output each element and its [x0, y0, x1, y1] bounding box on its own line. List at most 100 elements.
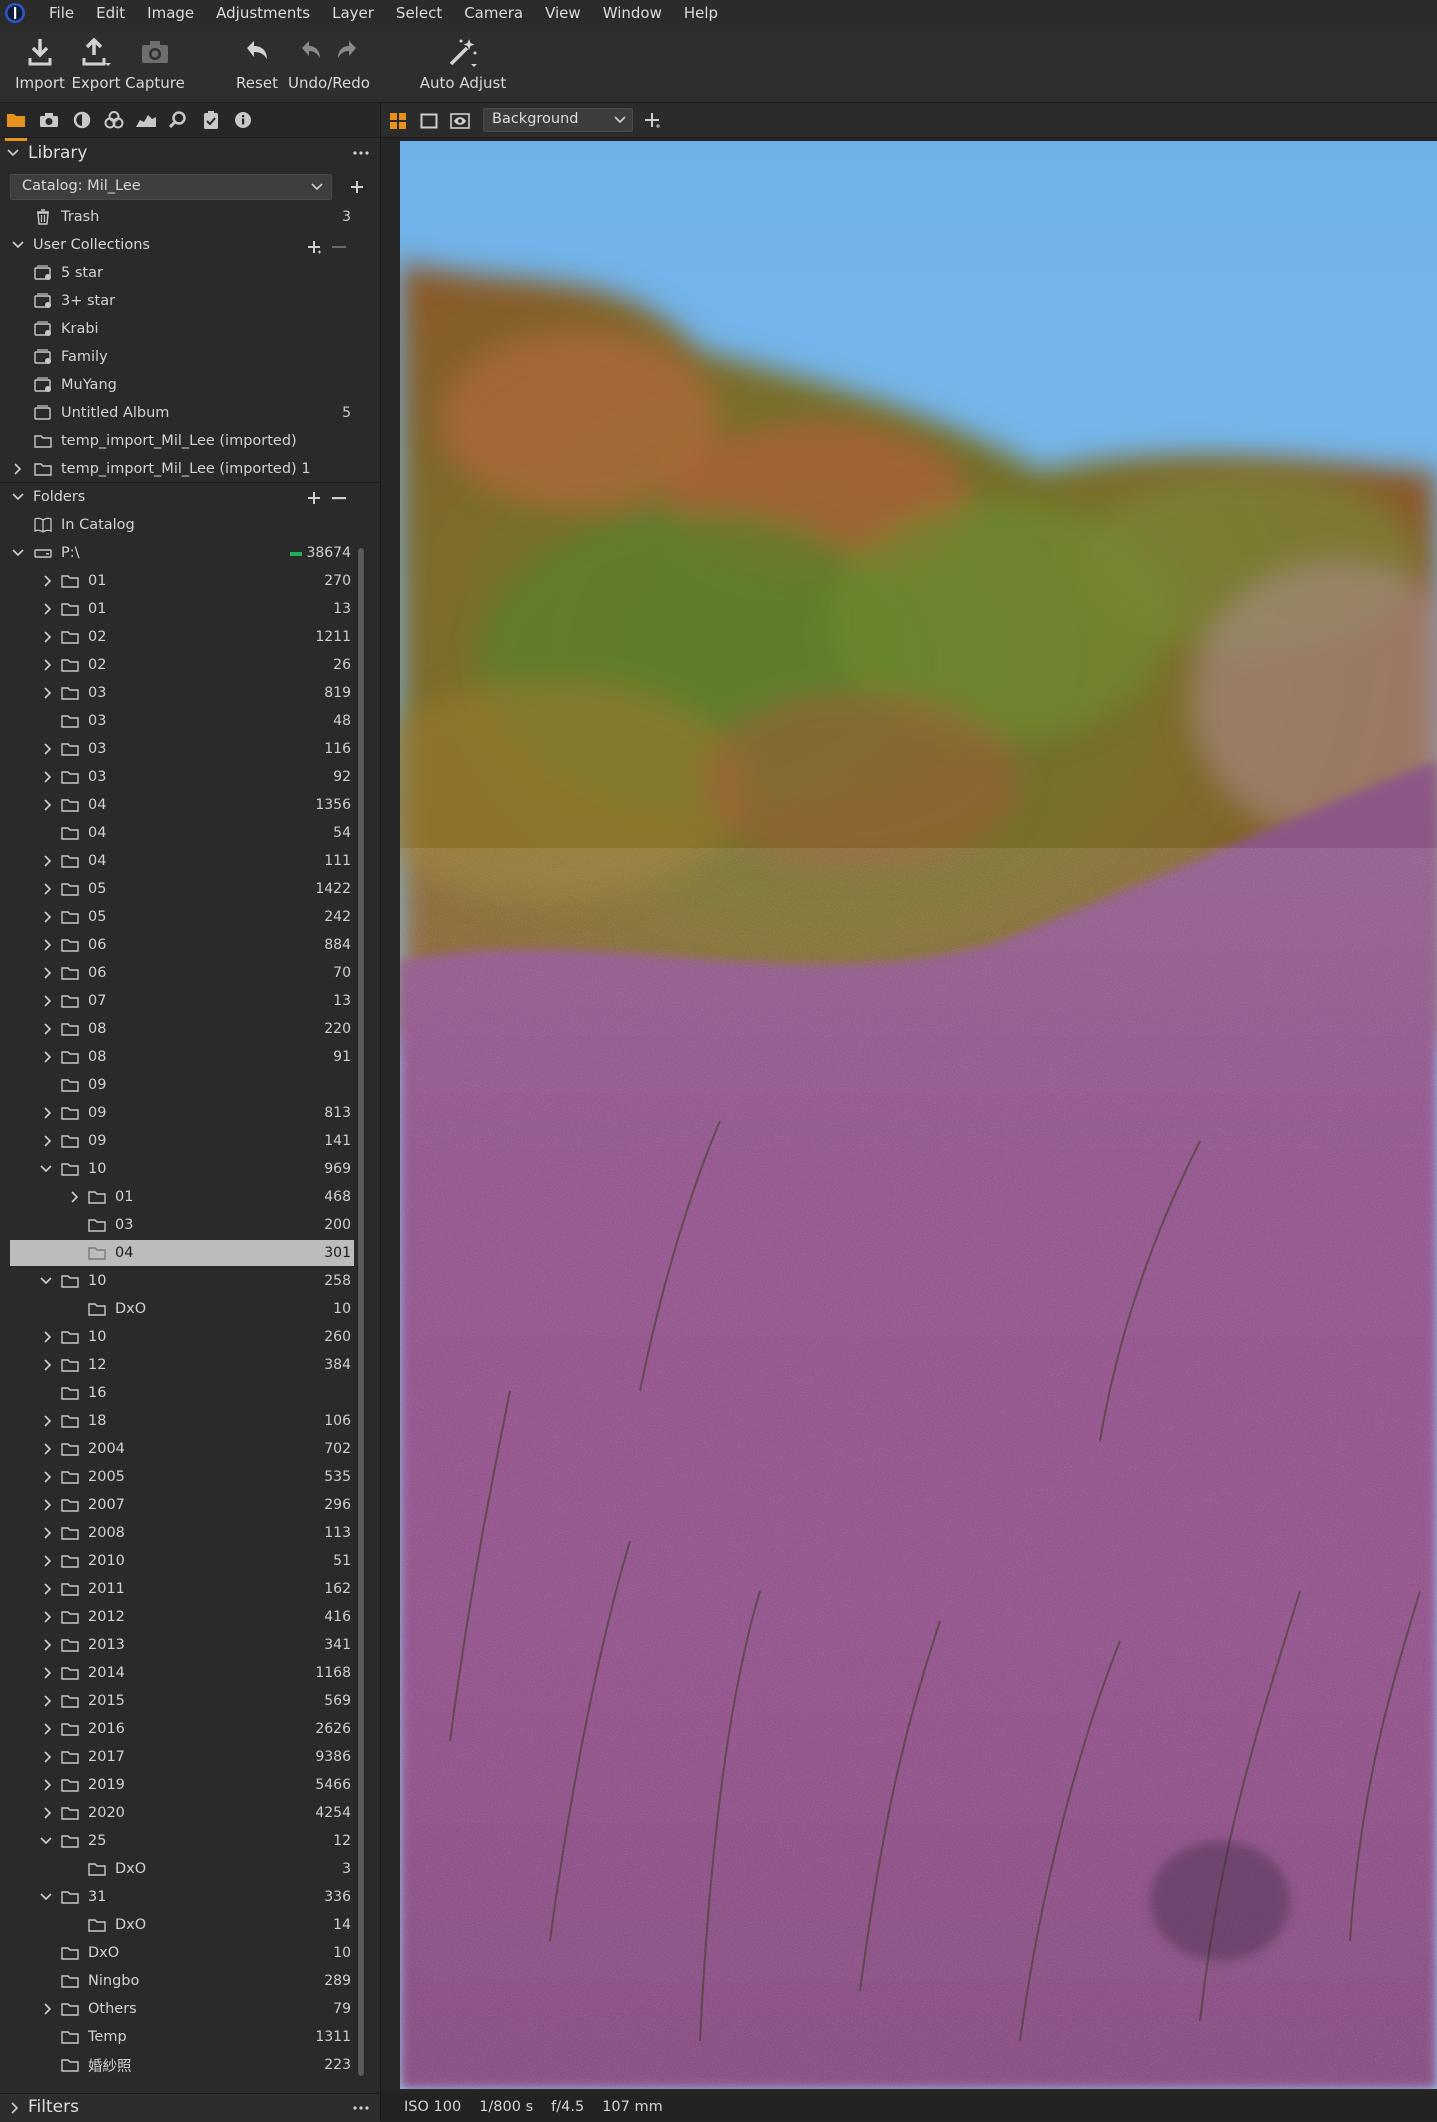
tab-library[interactable]: [5, 110, 27, 141]
tab-capture[interactable]: [38, 110, 60, 130]
add-folder-icon[interactable]: [306, 490, 322, 506]
folder-item[interactable]: 03 116: [0, 735, 380, 763]
folder-item[interactable]: 09 141: [0, 1127, 380, 1155]
chevron-down-icon[interactable]: [40, 1891, 52, 1903]
more-icon[interactable]: [353, 151, 369, 155]
tab-exposure[interactable]: [71, 110, 93, 130]
tab-color[interactable]: [103, 110, 125, 130]
chevron-right-icon[interactable]: [42, 1695, 54, 1707]
folder-item[interactable]: 01 468: [0, 1183, 380, 1211]
app-logo-icon[interactable]: [4, 2, 26, 24]
chevron-right-icon[interactable]: [42, 1415, 54, 1427]
chevron-right-icon[interactable]: [42, 1639, 54, 1651]
folder-item[interactable]: 05 1422: [0, 875, 380, 903]
trash-item[interactable]: Trash 3: [0, 203, 380, 231]
chevron-right-icon[interactable]: [42, 1023, 54, 1035]
collection-item[interactable]: Krabi: [0, 315, 380, 343]
library-header[interactable]: Library: [0, 139, 380, 167]
folder-item[interactable]: 04 1356: [0, 791, 380, 819]
folder-item[interactable]: 03 92: [0, 763, 380, 791]
folder-item[interactable]: 03 819: [0, 679, 380, 707]
chevron-right-icon[interactable]: [42, 883, 54, 895]
single-view-icon[interactable]: [420, 113, 438, 129]
folder-item[interactable]: 08 220: [0, 1015, 380, 1043]
chevron-right-icon[interactable]: [42, 659, 54, 671]
collection-item[interactable]: 3+ star: [0, 287, 380, 315]
chevron-right-icon[interactable]: [42, 771, 54, 783]
folder-item[interactable]: 16: [0, 1379, 380, 1407]
folder-item[interactable]: 10 260: [0, 1323, 380, 1351]
folder-item[interactable]: 10 258: [0, 1267, 380, 1295]
folder-item[interactable]: 2017 9386: [0, 1743, 380, 1771]
layer-dropdown[interactable]: Background: [483, 108, 633, 132]
folder-item[interactable]: 2020 4254: [0, 1799, 380, 1827]
folder-item[interactable]: 06 884: [0, 931, 380, 959]
auto-adjust-button[interactable]: Auto Adjust: [420, 34, 506, 92]
chevron-right-icon[interactable]: [42, 939, 54, 951]
folder-item[interactable]: DxO 10: [0, 1295, 380, 1323]
folder-item[interactable]: 10 969: [0, 1155, 380, 1183]
chevron-down-icon[interactable]: [12, 547, 24, 559]
chevron-right-icon[interactable]: [42, 1051, 54, 1063]
folder-item[interactable]: 03 200: [0, 1211, 380, 1239]
drive-item[interactable]: P:\ 38674: [0, 539, 380, 567]
folders-header[interactable]: Folders: [0, 482, 380, 511]
folder-item[interactable]: 2011 162: [0, 1575, 380, 1603]
menu-layer[interactable]: Layer: [321, 0, 385, 26]
chevron-right-icon[interactable]: [42, 1555, 54, 1567]
chevron-right-icon[interactable]: [42, 1723, 54, 1735]
more-icon[interactable]: [353, 2106, 369, 2110]
folder-item[interactable]: 08 91: [0, 1043, 380, 1071]
filters-header[interactable]: Filters: [0, 2093, 380, 2122]
folder-item[interactable]: 2010 51: [0, 1547, 380, 1575]
tab-metadata[interactable]: [232, 110, 254, 130]
chevron-right-icon[interactable]: [42, 1135, 54, 1147]
preview-eye-icon[interactable]: [450, 113, 470, 129]
remove-collection-icon[interactable]: [332, 246, 346, 249]
folder-item[interactable]: 02 26: [0, 651, 380, 679]
chevron-right-icon[interactable]: [42, 1331, 54, 1343]
folder-item[interactable]: 04 111: [0, 847, 380, 875]
chevron-right-icon[interactable]: [42, 743, 54, 755]
folder-item[interactable]: 07 13: [0, 987, 380, 1015]
user-collections-header[interactable]: User Collections: [0, 231, 380, 259]
chevron-right-icon[interactable]: [42, 1751, 54, 1763]
folder-item[interactable]: Temp 1311: [0, 2023, 380, 2051]
chevron-right-icon[interactable]: [42, 1471, 54, 1483]
folder-item[interactable]: 01 270: [0, 567, 380, 595]
folder-item[interactable]: 01 13: [0, 595, 380, 623]
folder-item[interactable]: 04 54: [0, 819, 380, 847]
folder-item[interactable]: 2014 1168: [0, 1659, 380, 1687]
chevron-right-icon[interactable]: [42, 1611, 54, 1623]
menu-select[interactable]: Select: [385, 0, 453, 26]
folder-item[interactable]: Ningbo 289: [0, 1967, 380, 1995]
folder-item[interactable]: 09 813: [0, 1099, 380, 1127]
catalog-dropdown[interactable]: Catalog: Mil_Lee: [10, 174, 332, 200]
chevron-right-icon[interactable]: [12, 463, 24, 475]
collection-item[interactable]: temp_import_Mil_Lee (imported): [0, 427, 380, 455]
menu-adjustments[interactable]: Adjustments: [205, 0, 321, 26]
chevron-down-icon[interactable]: [40, 1163, 52, 1175]
folder-item[interactable]: 2007 296: [0, 1491, 380, 1519]
folder-item[interactable]: 婚紗照 223: [0, 2051, 380, 2079]
folder-item[interactable]: 05 242: [0, 903, 380, 931]
folder-item[interactable]: 2008 113: [0, 1519, 380, 1547]
chevron-right-icon[interactable]: [42, 631, 54, 643]
add-catalog-icon[interactable]: [349, 179, 365, 195]
remove-folder-icon[interactable]: [332, 497, 346, 500]
in-catalog-item[interactable]: In Catalog: [0, 511, 380, 539]
folder-item[interactable]: 2004 702: [0, 1435, 380, 1463]
menu-view[interactable]: View: [534, 0, 592, 26]
collection-item[interactable]: Untitled Album 5: [0, 399, 380, 427]
collection-item[interactable]: 5 star: [0, 259, 380, 287]
folder-item[interactable]: 25 12: [0, 1827, 380, 1855]
tab-histogram[interactable]: [135, 110, 157, 130]
chevron-down-icon[interactable]: [40, 1835, 52, 1847]
menu-image[interactable]: Image: [136, 0, 205, 26]
reset-button[interactable]: Reset: [217, 34, 297, 92]
chevron-right-icon[interactable]: [42, 2003, 54, 2015]
chevron-right-icon[interactable]: [42, 995, 54, 1007]
folder-item[interactable]: Others 79: [0, 1995, 380, 2023]
chevron-right-icon[interactable]: [42, 1583, 54, 1595]
grid-view-icon[interactable]: [389, 112, 407, 130]
